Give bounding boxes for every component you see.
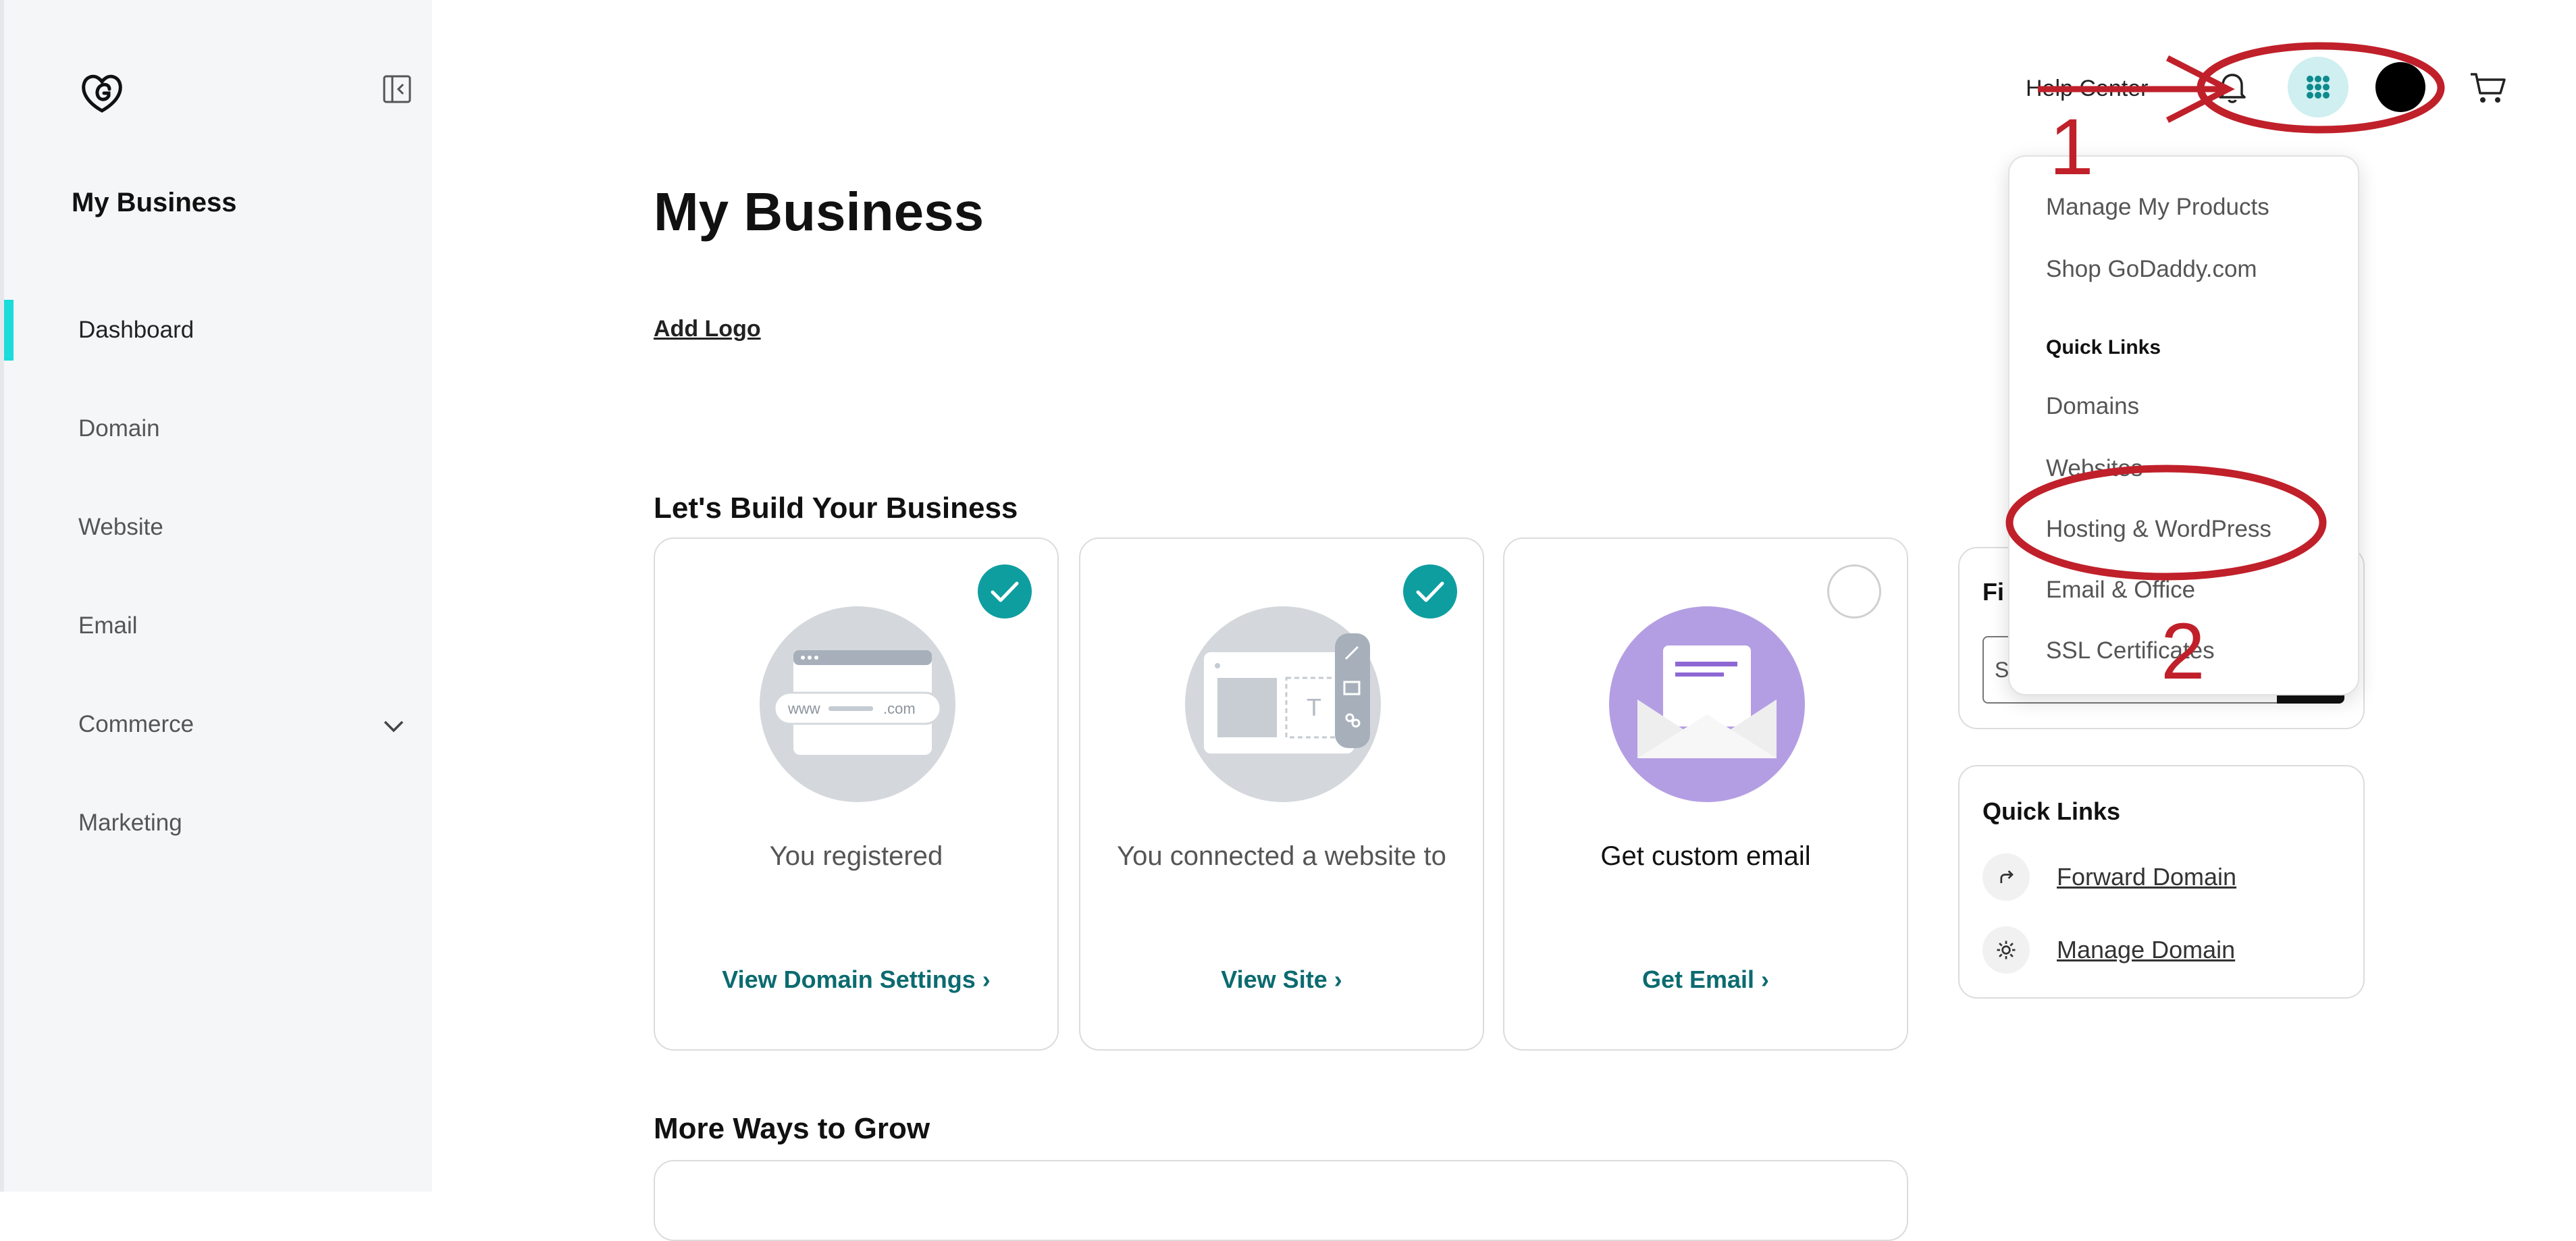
sidebar-item-dashboard[interactable]: Dashboard bbox=[4, 300, 436, 361]
completed-check-badge bbox=[1403, 564, 1457, 618]
apps-grid-icon bbox=[2307, 76, 2330, 99]
chevron-down-icon[interactable] bbox=[382, 714, 405, 737]
menu-item-shop-godaddy[interactable]: Shop GoDaddy.com bbox=[2046, 256, 2257, 283]
annotation-step-2: 2 bbox=[2161, 607, 2205, 696]
domain-illustration: www .com bbox=[760, 606, 955, 802]
svg-text:.com: .com bbox=[883, 700, 916, 717]
check-icon bbox=[1416, 581, 1444, 602]
build-section-title: Let's Build Your Business bbox=[654, 492, 1018, 525]
sidebar-item-label: Domain bbox=[78, 415, 160, 442]
more-ways-title: More Ways to Grow bbox=[654, 1112, 930, 1145]
sidebar-item-label: Website bbox=[78, 514, 163, 540]
sidebar-title: My Business bbox=[72, 188, 237, 217]
email-illustration bbox=[1609, 606, 1805, 802]
website-illustration: T bbox=[1185, 606, 1381, 802]
email-card[interactable]: Get custom email Get Email › bbox=[1503, 537, 1908, 1051]
apps-menu-button[interactable] bbox=[2288, 57, 2348, 117]
domain-card[interactable]: www .com You registered View Domain Sett… bbox=[654, 537, 1059, 1051]
quick-link-label: Manage Domain bbox=[2057, 936, 2236, 963]
svg-text:www: www bbox=[787, 700, 820, 717]
card-text: You registered bbox=[769, 841, 943, 871]
check-icon bbox=[991, 581, 1019, 602]
more-ways-card bbox=[654, 1160, 1908, 1241]
website-card[interactable]: T You connected a website to View Site › bbox=[1079, 537, 1484, 1051]
menu-item-websites[interactable]: Websites bbox=[2046, 455, 2143, 482]
sidebar-item-marketing[interactable]: Marketing bbox=[4, 793, 436, 853]
quick-link-label: Forward Domain bbox=[2057, 863, 2237, 891]
sidebar-item-commerce[interactable]: Commerce bbox=[4, 694, 436, 755]
view-site-link[interactable]: View Site › bbox=[1080, 966, 1483, 994]
find-card-title: Fi bbox=[1982, 578, 2004, 606]
avatar[interactable] bbox=[2375, 62, 2425, 112]
sidebar-item-email[interactable]: Email bbox=[4, 596, 436, 656]
sidebar-item-label: Commerce bbox=[78, 711, 194, 737]
bell-icon[interactable] bbox=[2213, 68, 2251, 105]
cart-icon[interactable] bbox=[2468, 68, 2508, 108]
view-domain-settings-link[interactable]: View Domain Settings › bbox=[655, 966, 1057, 994]
quick-links-card: Quick Links Forward Domain Manage Domain bbox=[1958, 765, 2365, 999]
gear-icon bbox=[1982, 926, 2030, 974]
sidebar-item-label: Email bbox=[78, 612, 138, 639]
card-text: Get custom email bbox=[1600, 841, 1811, 871]
search-input-placeholder: S bbox=[1995, 658, 2009, 682]
page-title: My Business bbox=[654, 182, 984, 242]
menu-item-email-office[interactable]: Email & Office bbox=[2046, 577, 2195, 604]
quick-link-forward-domain[interactable]: Forward Domain bbox=[1982, 850, 2347, 904]
sidebar: My Business Dashboard Domain Website Ema… bbox=[0, 0, 432, 1192]
sidebar-item-website[interactable]: Website bbox=[4, 497, 436, 558]
forward-arrow-icon bbox=[1982, 853, 2030, 901]
card-text: You connected a website to bbox=[1117, 841, 1446, 871]
get-email-link[interactable]: Get Email › bbox=[1504, 966, 1907, 994]
incomplete-check-badge bbox=[1827, 564, 1881, 618]
sidebar-item-label: Dashboard bbox=[78, 317, 194, 343]
sidebar-item-domain[interactable]: Domain bbox=[4, 398, 436, 459]
collapse-sidebar-icon[interactable] bbox=[382, 74, 412, 104]
quick-link-manage-domain[interactable]: Manage Domain bbox=[1982, 923, 2347, 977]
menu-item-domains[interactable]: Domains bbox=[2046, 393, 2139, 420]
godaddy-logo-icon[interactable] bbox=[78, 69, 126, 116]
sidebar-item-label: Marketing bbox=[78, 810, 182, 836]
annotation-step-1: 1 bbox=[2049, 103, 2094, 192]
quick-links-title: Quick Links bbox=[1982, 797, 2121, 825]
menu-item-hosting-wordpress[interactable]: Hosting & WordPress bbox=[2046, 516, 2271, 543]
svg-text:T: T bbox=[1307, 693, 1321, 721]
completed-check-badge bbox=[978, 564, 1032, 618]
help-center-link[interactable]: Help Center bbox=[2026, 76, 2148, 102]
add-logo-link[interactable]: Add Logo bbox=[654, 316, 761, 342]
menu-section-header: Quick Links bbox=[2046, 336, 2161, 359]
menu-item-manage-products[interactable]: Manage My Products bbox=[2046, 194, 2269, 221]
